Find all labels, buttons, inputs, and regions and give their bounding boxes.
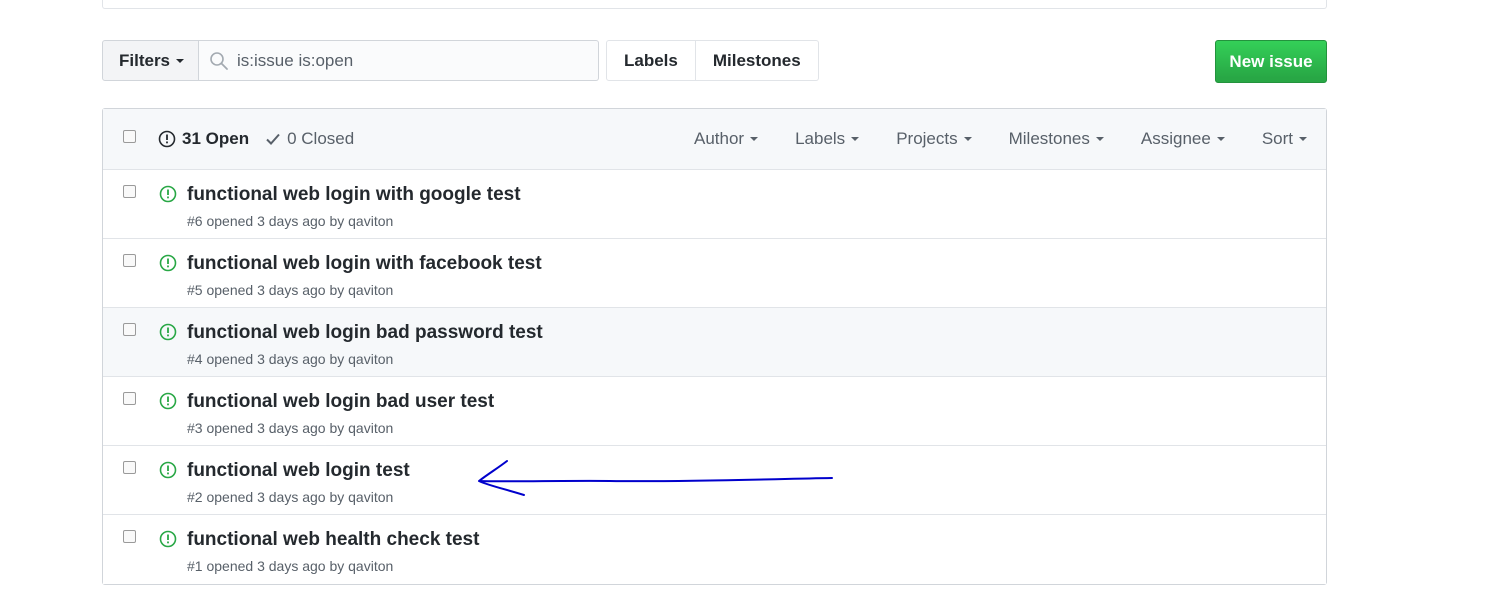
issue-author-link[interactable]: qaviton [348, 351, 393, 367]
filters-label: Filters [119, 50, 171, 70]
issue-title-link[interactable]: functional web login with facebook test [187, 253, 542, 275]
issue-number: #1 [187, 558, 203, 574]
issue-title-link[interactable]: functional web login bad password test [187, 322, 543, 344]
issue-meta: #4 opened 3 days ago by qaviton [187, 351, 393, 367]
caret-down-icon [1299, 137, 1307, 141]
filters-dropdown-button[interactable]: Filters [102, 40, 200, 81]
issue-checkbox[interactable] [123, 323, 136, 336]
assignee-filter[interactable]: Assignee [1141, 129, 1225, 149]
milestones-button-label: Milestones [712, 50, 801, 70]
caret-down-icon [963, 137, 972, 141]
issue-row: functional web login with facebook test … [103, 239, 1326, 308]
issue-title-link[interactable]: functional web login bad user test [187, 391, 494, 413]
issue-row: functional web login with google test #6… [103, 170, 1326, 239]
projects-filter-label: Projects [896, 129, 958, 148]
issue-opened-icon [159, 254, 177, 272]
select-all-checkbox[interactable] [123, 130, 136, 143]
issue-author-link[interactable]: qaviton [348, 489, 393, 505]
filters-search-group: Filters [102, 40, 600, 81]
issue-checkbox[interactable] [123, 461, 136, 474]
issue-opened-text: opened 3 days ago by [206, 282, 345, 298]
author-filter[interactable]: Author [693, 129, 759, 149]
search-input[interactable] [237, 50, 578, 71]
issue-row: functional web login bad user test #3 op… [103, 377, 1326, 446]
issue-row: functional web login test #2 opened 3 da… [103, 446, 1326, 515]
issue-title-link[interactable]: functional web login test [187, 460, 410, 482]
new-issue-button[interactable]: New issue [1215, 40, 1327, 83]
issue-author-link[interactable]: qaviton [348, 558, 393, 574]
issue-meta: #5 opened 3 days ago by qaviton [187, 282, 393, 298]
issue-checkbox[interactable] [123, 392, 136, 405]
issue-opened-icon [159, 530, 177, 548]
author-filter-label: Author [693, 129, 745, 148]
issue-meta: #2 opened 3 days ago by qaviton [187, 489, 393, 505]
milestones-filter[interactable]: Milestones [1009, 129, 1104, 149]
caret-down-icon [851, 137, 860, 141]
issue-opened-icon [159, 461, 177, 479]
sort-filter[interactable]: Sort [1262, 129, 1307, 149]
issue-meta: #6 opened 3 days ago by qaviton [187, 213, 393, 229]
labels-filter[interactable]: Labels [795, 129, 860, 149]
check-icon [266, 133, 280, 145]
sort-filter-label: Sort [1261, 129, 1293, 148]
closed-issues-link[interactable]: 0 Closed [265, 129, 354, 149]
labels-button-label: Labels [624, 50, 678, 70]
milestones-filter-label: Milestones [1008, 129, 1090, 148]
issue-checkbox[interactable] [123, 530, 136, 543]
issue-number: #4 [187, 351, 203, 367]
issue-number: #3 [187, 420, 203, 436]
caret-down-icon [1216, 137, 1225, 141]
issue-opened-icon [158, 130, 176, 148]
assignee-filter-label: Assignee [1140, 129, 1211, 148]
caret-down-icon [1095, 137, 1104, 141]
closed-count-label: 0 Closed [287, 129, 355, 148]
issue-author-link[interactable]: qaviton [348, 213, 393, 229]
issues-list-box: 31 Open 0 Closed Author Labels Projects … [102, 108, 1327, 585]
issue-number: #2 [187, 489, 203, 505]
issue-opened-icon [159, 392, 177, 410]
issue-row: functional web login bad password test #… [103, 308, 1326, 377]
issues-subnav: Filters Labels Milestones New issue [102, 40, 1327, 83]
open-issues-link[interactable]: 31 Open [158, 129, 249, 149]
issue-author-link[interactable]: qaviton [348, 282, 393, 298]
caret-down-icon [176, 58, 185, 63]
issue-author-link[interactable]: qaviton [348, 420, 393, 436]
issue-state-toggle: 31 Open 0 Closed [158, 109, 354, 169]
issue-opened-icon [159, 185, 177, 203]
issue-number: #5 [187, 282, 203, 298]
labels-milestones-group: Labels Milestones [606, 40, 819, 81]
issue-row: functional web health check test #1 open… [103, 515, 1326, 584]
search-icon [210, 51, 228, 70]
new-issue-label: New issue [1229, 51, 1313, 71]
projects-filter[interactable]: Projects [896, 129, 972, 149]
issue-checkbox[interactable] [123, 254, 136, 267]
issue-opened-text: opened 3 days ago by [206, 558, 345, 574]
caret-down-icon [750, 137, 759, 141]
issue-checkbox[interactable] [123, 185, 136, 198]
issue-title-link[interactable]: functional web login with google test [187, 184, 521, 206]
open-count-label: 31 Open [182, 129, 250, 148]
issue-number: #6 [187, 213, 203, 229]
issue-opened-text: opened 3 days ago by [206, 213, 345, 229]
issue-meta: #3 opened 3 days ago by qaviton [187, 420, 393, 436]
previous-section-box [102, 0, 1327, 9]
issue-title-link[interactable]: functional web health check test [187, 529, 479, 551]
issue-opened-text: opened 3 days ago by [206, 351, 345, 367]
search-field[interactable] [199, 40, 600, 81]
issues-list-header: 31 Open 0 Closed Author Labels Projects … [103, 109, 1326, 170]
header-filter-menus: Author Labels Projects Milestones Assign… [694, 109, 1307, 169]
issue-opened-text: opened 3 days ago by [206, 420, 345, 436]
milestones-button[interactable]: Milestones [695, 40, 819, 81]
issue-meta: #1 opened 3 days ago by qaviton [187, 558, 393, 574]
issue-opened-icon [159, 323, 177, 341]
issue-opened-text: opened 3 days ago by [206, 489, 345, 505]
labels-button[interactable]: Labels [606, 40, 696, 81]
labels-filter-label: Labels [795, 129, 846, 148]
